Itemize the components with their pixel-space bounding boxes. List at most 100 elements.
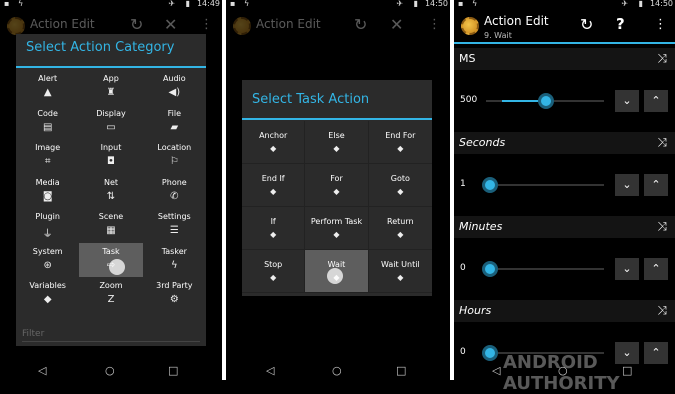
category-scene[interactable]: Scene ▦	[79, 208, 142, 243]
task-action-perform-task[interactable]: Perform Task ◆	[305, 207, 369, 250]
tasker-logo-icon	[233, 17, 251, 35]
shuffle-icon[interactable]: ⤨	[657, 303, 667, 318]
category-label: Code	[37, 108, 58, 118]
param-name: Hours	[459, 304, 492, 317]
category-media[interactable]: Media ◙	[16, 174, 79, 209]
task-action-anchor[interactable]: Anchor ◆	[242, 121, 306, 164]
task-action-end-for[interactable]: End For ◆	[368, 121, 432, 164]
category-location[interactable]: Location ⚐	[143, 139, 206, 174]
slider-thumb[interactable]	[482, 261, 498, 277]
actionbar-subtitle: 9. Wait	[484, 31, 512, 40]
category-net[interactable]: Net ⇅	[79, 174, 142, 209]
filter-input[interactable]: Filter	[22, 329, 200, 342]
slider-thumb[interactable]	[482, 345, 498, 361]
nav-bar: ◁ ○ □	[226, 360, 450, 380]
flag-icon: ⚐	[169, 156, 179, 167]
category-audio[interactable]: Audio ◀)	[143, 70, 206, 105]
recents-icon[interactable]: □	[396, 364, 406, 377]
task-action-wait[interactable]: Wait◆	[305, 250, 369, 293]
dialog-title: Select Action Category	[26, 40, 175, 55]
param-header-minutes: Minutes ⤨	[454, 216, 675, 238]
close-icon[interactable]: ✕	[390, 15, 403, 34]
help-icon[interactable]: ?	[616, 15, 625, 33]
category-app[interactable]: App ♜	[79, 70, 142, 105]
slider-track[interactable]	[486, 184, 604, 186]
increment-button[interactable]: ⌃	[644, 90, 668, 112]
actionbar-divider	[454, 42, 675, 44]
category-dialog: Select Action Category Alert ▲ App ♜ Audio ◀)…	[16, 34, 206, 346]
task-action-stop[interactable]: Stop ◆	[242, 250, 306, 293]
category-image[interactable]: Image ⌗	[16, 139, 79, 174]
revert-icon[interactable]: ↻	[130, 15, 143, 34]
category-tasker[interactable]: Tasker ϟ	[143, 243, 206, 278]
task-action-goto[interactable]: Goto ◆	[368, 164, 432, 207]
overflow-menu-icon[interactable]: ⋮	[654, 17, 667, 32]
actionbar-title: Action Edit	[256, 17, 321, 31]
category-system[interactable]: System ⊛	[16, 243, 79, 278]
diamond-icon: ◆	[397, 273, 404, 282]
shuffle-icon[interactable]: ⤨	[657, 51, 667, 66]
network-icon: ⇅	[106, 190, 116, 202]
slider-track[interactable]	[486, 268, 604, 270]
overflow-menu-icon[interactable]: ⋮	[428, 17, 441, 32]
plug-icon: ⏚	[42, 229, 53, 240]
dialog-divider	[242, 118, 432, 120]
bolt-icon: ϟ	[171, 259, 178, 271]
category-alert[interactable]: Alert ▲	[16, 70, 79, 105]
notification-icons: ▪ ϟ	[458, 0, 481, 8]
shuffle-icon[interactable]: ⤨	[657, 219, 667, 234]
back-icon[interactable]: ◁	[38, 364, 46, 377]
revert-icon[interactable]: ↻	[580, 15, 593, 34]
slider-thumb[interactable]	[537, 93, 554, 109]
monitor-icon: ▭	[106, 121, 116, 133]
back-icon[interactable]: ◁	[266, 364, 274, 377]
category-3rd-party[interactable]: 3rd Party ⚙	[143, 277, 206, 312]
category-plugin[interactable]: Plugin ⏚	[16, 208, 79, 243]
diamond-icon: ◆	[270, 230, 277, 239]
increment-button[interactable]: ⌃	[644, 258, 668, 280]
speaker-icon: ◀)	[168, 87, 181, 98]
task-action-else[interactable]: Else ◆	[305, 121, 369, 164]
category-variables[interactable]: Variables ◆	[16, 277, 79, 312]
home-icon[interactable]: ○	[332, 364, 342, 377]
decrement-button[interactable]: ⌄	[615, 258, 639, 280]
revert-icon[interactable]: ↻	[354, 15, 367, 34]
status-bar: ▪ ϟ ✈ ▮ 14:50	[454, 0, 675, 9]
decrement-button[interactable]: ⌄	[615, 90, 639, 112]
category-label: System	[32, 246, 63, 256]
category-task[interactable]: Task⇨	[79, 242, 143, 277]
category-display[interactable]: Display ▭	[79, 105, 142, 140]
category-settings[interactable]: Settings ☰	[143, 208, 206, 243]
task-action-end-if[interactable]: End If ◆	[242, 164, 306, 207]
category-label: Net	[103, 177, 119, 187]
task-action-if[interactable]: If ◆	[242, 207, 306, 250]
category-phone[interactable]: Phone ✆	[143, 174, 206, 209]
category-label: Plugin	[35, 212, 60, 221]
decrement-button[interactable]: ⌄	[615, 174, 639, 196]
task-action-for[interactable]: For ◆	[305, 164, 369, 207]
recents-icon[interactable]: □	[168, 364, 178, 377]
category-label: App	[103, 74, 119, 83]
category-label: Media	[35, 177, 60, 187]
category-label: Scene	[98, 212, 124, 221]
slider-thumb[interactable]	[482, 177, 498, 193]
task-action-label: Stop	[264, 260, 283, 269]
close-icon[interactable]: ✕	[164, 15, 177, 34]
task-action-dialog: Select Task Action Anchor ◆ Else ◆ End For ◆ E…	[242, 80, 432, 296]
home-icon[interactable]: ○	[105, 364, 115, 377]
category-input[interactable]: Input ◘	[79, 139, 142, 174]
shuffle-icon[interactable]: ⤨	[657, 135, 667, 150]
task-action-return[interactable]: Return ◆	[368, 207, 432, 250]
param-row-minutes: 0 ⌄ ⌃	[454, 250, 675, 288]
task-action-wait-until[interactable]: Wait Until ◆	[368, 250, 432, 293]
category-file[interactable]: File ▰	[143, 105, 206, 140]
increment-button[interactable]: ⌃	[644, 174, 668, 196]
overflow-menu-icon[interactable]: ⋮	[200, 17, 213, 32]
task-action-label: Else	[328, 131, 345, 140]
back-icon[interactable]: ◁	[492, 364, 500, 377]
crop-icon: ⌗	[44, 156, 51, 167]
category-code[interactable]: Code ▤	[16, 105, 79, 140]
task-action-label: If	[270, 217, 276, 226]
category-label: Variables	[29, 281, 66, 290]
category-zoom[interactable]: Zoom Z	[79, 277, 142, 312]
